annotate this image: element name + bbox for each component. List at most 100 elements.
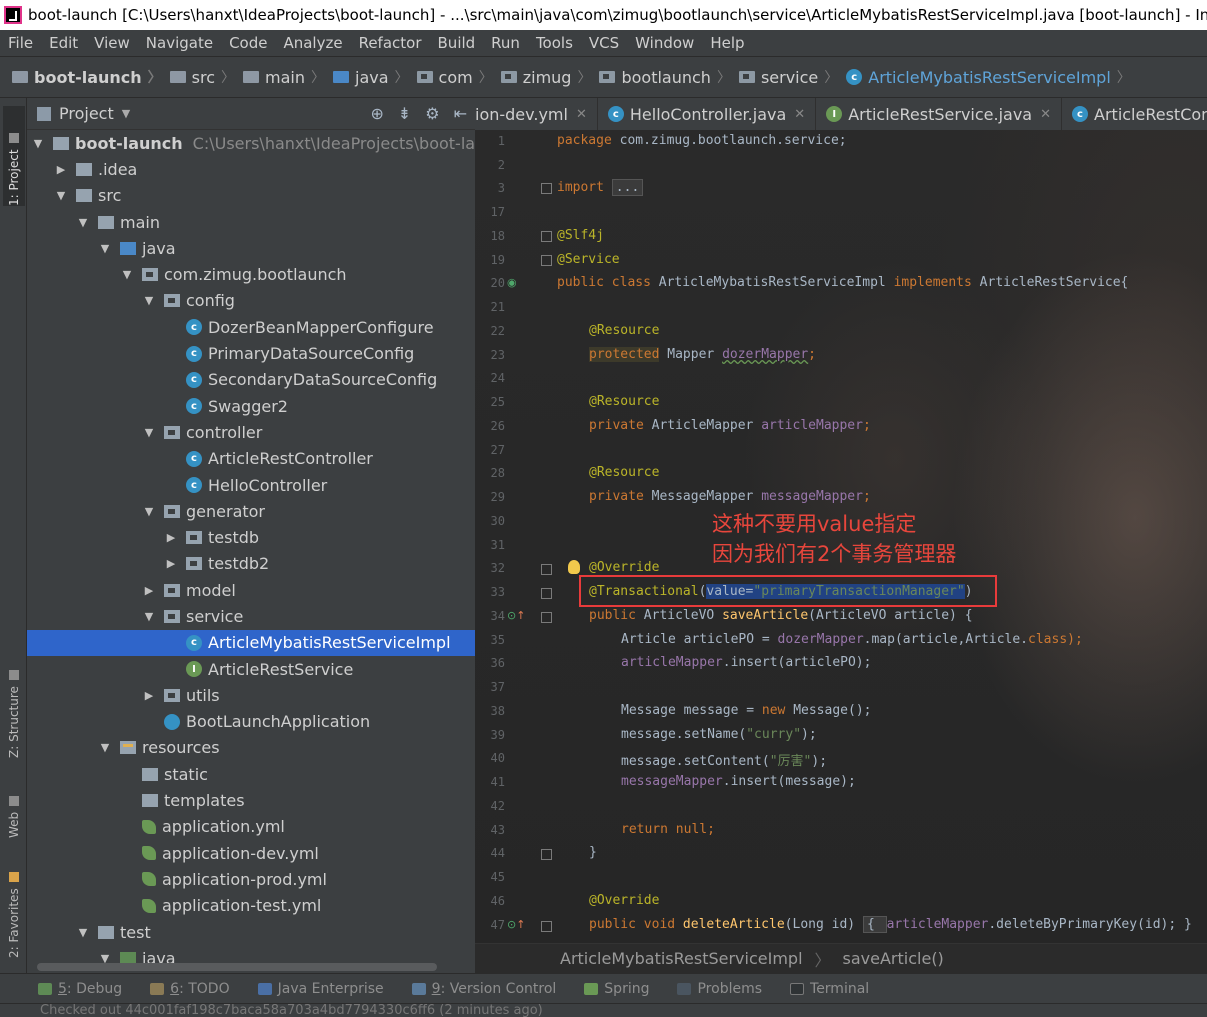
expand-arrow-icon[interactable]: ▼ [98,741,112,754]
tree-item-src[interactable]: ▼ src [27,183,475,209]
implements-gutter-icon[interactable]: ◉ [507,276,517,289]
problems-tool-button[interactable]: Problems [677,981,762,997]
tab-hello-controller[interactable]: c HelloController.java ✕ [598,98,817,130]
close-icon[interactable]: ✕ [1040,107,1051,122]
project-panel-title[interactable]: Project [59,104,114,123]
tree-item-java[interactable]: ▼ java [27,235,475,261]
collapse-arrow-icon[interactable]: ▶ [142,689,156,702]
folded-imports[interactable]: ... [611,179,644,196]
tree-item-static[interactable]: static [27,761,475,787]
lightbulb-icon[interactable] [568,560,580,574]
tree-item-yml[interactable]: application-test.yml [27,893,475,919]
tree-item-templates[interactable]: templates [27,787,475,813]
tree-item-yml[interactable]: application-dev.yml [27,840,475,866]
menu-code[interactable]: Code [221,34,275,52]
tree-item-model[interactable]: ▶ model [27,577,475,603]
todo-tool-button[interactable]: 6: TODO [150,981,230,997]
tree-item-class[interactable]: c HelloController [27,472,475,498]
terminal-tool-button[interactable]: Terminal [790,981,869,997]
menu-vcs[interactable]: VCS [581,34,627,52]
expand-arrow-icon[interactable]: ▼ [76,926,90,939]
close-icon[interactable]: ✕ [576,107,587,122]
editor-breadcrumb-method[interactable]: saveArticle() [843,949,944,968]
java-enterprise-tool-button[interactable]: Java Enterprise [257,981,384,997]
tree-item-interface[interactable]: I ArticleRestService [27,656,475,682]
web-tool-tab[interactable]: Web [3,786,25,838]
tree-item-application-class[interactable]: BootLaunchApplication [27,709,475,735]
menu-file[interactable]: File [0,34,41,52]
collapse-arrow-icon[interactable]: ▶ [54,163,68,176]
breadcrumb-bootlaunch[interactable]: bootlaunch 〉 [599,67,738,87]
expand-arrow-icon[interactable]: ▼ [31,137,45,150]
collapse-arrow-icon[interactable]: ▶ [164,531,178,544]
menu-refactor[interactable]: Refactor [351,34,430,52]
tree-item-testdb2[interactable]: ▶ testdb2 [27,551,475,577]
menu-view[interactable]: View [86,34,138,52]
fold-collapse-icon[interactable] [541,849,552,860]
tab-article-rest-service[interactable]: I ArticleRestService.java ✕ [816,98,1063,130]
close-icon[interactable]: ✕ [794,107,805,122]
menu-build[interactable]: Build [430,34,484,52]
gear-icon[interactable]: ⚙ [425,104,439,123]
expand-arrow-icon[interactable]: ▼ [142,294,156,307]
expand-arrow-icon[interactable]: ▼ [54,189,68,202]
tab-article-rest-controller[interactable]: cArticleRestControlle [1062,98,1207,130]
tree-item-class[interactable]: c Swagger2 [27,393,475,419]
overrides-gutter-icon[interactable]: ⊙↑ [507,609,525,622]
menu-analyze[interactable]: Analyze [275,34,350,52]
expand-arrow-icon[interactable]: ▼ [76,216,90,229]
menu-run[interactable]: Run [483,34,528,52]
menu-help[interactable]: Help [702,34,752,52]
tree-item-class[interactable]: c PrimaryDataSourceConfig [27,340,475,366]
editor-breadcrumb-class[interactable]: ArticleMybatisRestServiceImpl [560,949,803,968]
breadcrumb-java[interactable]: java 〉 [333,67,417,87]
project-tool-tab[interactable]: 1: Project [3,106,25,206]
tree-item-config[interactable]: ▼ config [27,288,475,314]
expand-arrow-icon[interactable]: ▼ [120,268,134,281]
menu-window[interactable]: Window [627,34,702,52]
menu-tools[interactable]: Tools [528,34,581,52]
tree-item-main[interactable]: ▼ main [27,209,475,235]
fold-collapse-icon[interactable] [541,231,552,242]
locate-icon[interactable]: ⊕ [370,104,383,123]
fold-expand-icon[interactable] [541,183,552,194]
overrides-gutter-icon[interactable]: ⊙↑ [507,918,525,931]
tree-item-controller[interactable]: ▼ controller [27,419,475,445]
breadcrumb-main[interactable]: main 〉 [243,67,333,87]
breadcrumb-com[interactable]: com 〉 [416,67,501,87]
version-control-tool-button[interactable]: 9: Version Control [411,981,556,997]
tree-horizontal-scrollbar[interactable] [37,963,437,971]
breadcrumb-src[interactable]: src 〉 [169,67,243,87]
expand-arrow-icon[interactable]: ▼ [142,426,156,439]
breadcrumb-project[interactable]: boot-launch 〉 [12,67,170,87]
tree-item-idea[interactable]: ▶ .idea [27,156,475,182]
fold-collapse-icon[interactable] [541,612,552,623]
tree-item-class[interactable]: c DozerBeanMapperConfigure [27,314,475,340]
menu-edit[interactable]: Edit [41,34,86,52]
tree-item-package-bootlaunch[interactable]: ▼ com.zimug.bootlaunch [27,261,475,287]
breadcrumb-current-class[interactable]: c ArticleMybatisRestServiceImpl 〉 [846,67,1139,87]
tree-item-selected-class[interactable]: c ArticleMybatisRestServiceImpl [27,629,475,656]
tree-item-class[interactable]: c SecondaryDataSourceConfig [27,367,475,393]
expand-arrow-icon[interactable]: ▼ [98,242,112,255]
spring-tool-button[interactable]: Spring [584,981,649,997]
tree-item-test[interactable]: ▼ test [27,919,475,945]
chevron-down-icon[interactable]: ▼ [122,107,130,120]
debug-tool-button[interactable]: 5: Debug [38,981,122,997]
tree-item-resources[interactable]: ▼ resources [27,735,475,761]
breadcrumb-zimug[interactable]: zimug 〉 [500,67,600,87]
collapse-arrow-icon[interactable]: ▶ [142,584,156,597]
tree-item-generator[interactable]: ▼ generator [27,498,475,524]
hide-panel-icon[interactable]: ⇤ [454,104,467,123]
fold-expand-icon[interactable] [541,921,552,932]
breadcrumb-service[interactable]: service 〉 [738,67,846,87]
tree-item-boot-launch[interactable]: ▼ boot-launch C:\Users\hanxt\IdeaProjects\… [27,130,475,156]
fold-collapse-icon[interactable] [541,564,552,575]
tree-item-yml[interactable]: application-prod.yml [27,866,475,892]
tree-item-utils[interactable]: ▶ utils [27,682,475,708]
collapse-arrow-icon[interactable]: ▶ [164,557,178,570]
tree-item-service[interactable]: ▼ service [27,603,475,629]
structure-tool-tab[interactable]: Z: Structure [3,658,25,758]
menu-navigate[interactable]: Navigate [138,34,221,52]
tree-item-testdb[interactable]: ▶ testdb [27,524,475,550]
